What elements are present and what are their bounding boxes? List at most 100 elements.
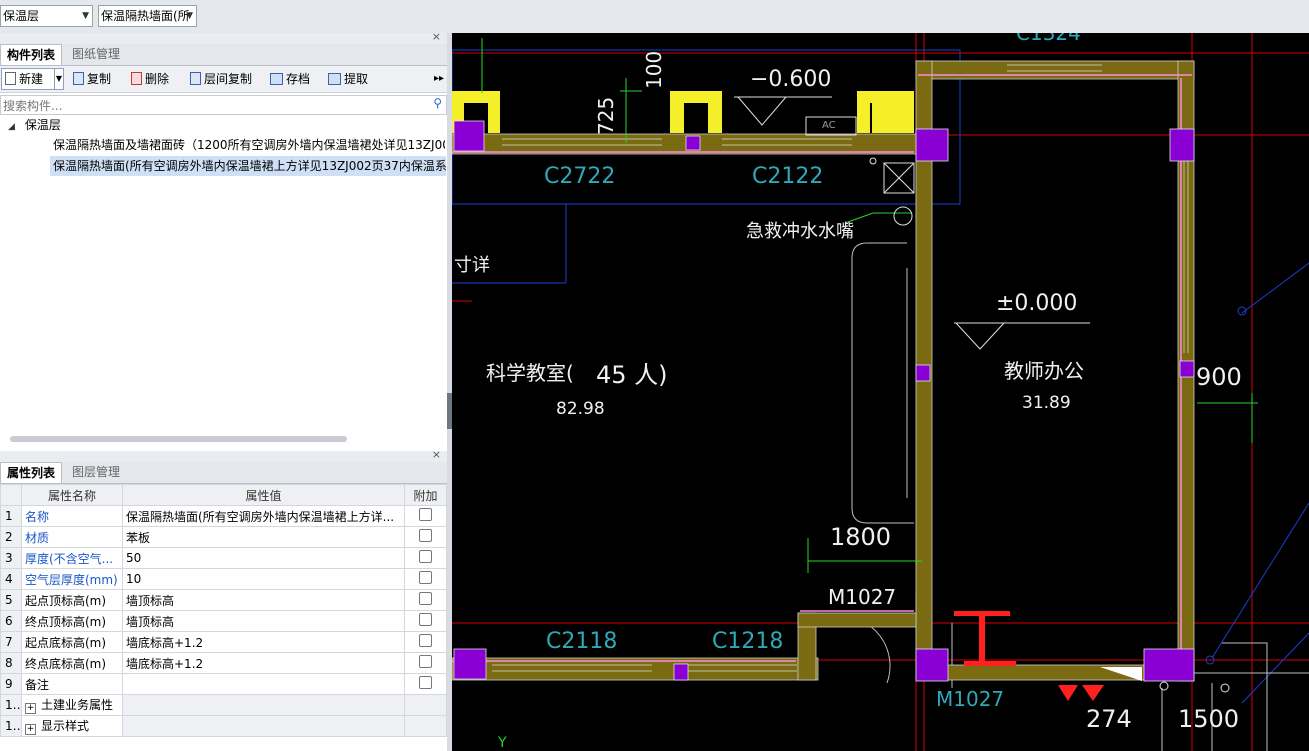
label-900: 900 [1196,363,1242,391]
label-c2118: C2118 [546,629,618,654]
table-row[interactable]: 9 备注 [0,673,447,695]
table-row[interactable]: 13 + 显示样式 [0,715,447,737]
property-value[interactable] [122,673,405,695]
table-row[interactable]: 4 空气层厚度(mm) 10 [0,568,447,590]
archive-button[interactable]: 存档 [270,69,310,89]
label-c1218: C1218 [712,629,784,654]
attach-checkbox[interactable] [419,508,432,521]
delete-icon [131,72,142,85]
header-extra: 附加 [404,484,447,506]
search-input[interactable]: 搜索构件... ⚲ [0,95,447,115]
attach-checkbox[interactable] [419,634,432,647]
property-name: 终点顶标高(m) [21,610,123,632]
row-number: 6 [0,610,22,632]
table-row[interactable]: 7 起点底标高(m) 墙底标高+1.2 [0,631,447,653]
property-extra[interactable] [404,631,447,653]
close-icon[interactable]: × [432,30,441,43]
attach-checkbox[interactable] [419,529,432,542]
property-extra[interactable] [404,547,447,569]
tab-layer-management[interactable]: 图层管理 [66,462,130,483]
tab-drawing-management[interactable]: 图纸管理 [66,44,130,65]
table-row[interactable]: 10 + 土建业务属性 [0,694,447,716]
new-button-label: 新建 [19,72,44,86]
expand-icon[interactable]: + [25,703,36,714]
row-number: 4 [0,568,22,590]
property-extra[interactable] [404,589,447,611]
table-row[interactable]: 1 名称 保温隔热墙面(所有空调房外墙内保温墙裙上方详... [0,505,447,527]
tree-root[interactable]: ◢ 保温层 [8,115,61,135]
label-room-science-people: 45 人) [596,361,668,389]
label-1800: 1800 [830,523,892,551]
label-c2122: C2122 [752,164,824,189]
new-button[interactable]: 新建 ▼ [1,68,64,90]
attach-checkbox[interactable] [419,571,432,584]
property-value[interactable]: 10 [122,568,405,590]
attach-checkbox[interactable] [419,613,432,626]
delete-button[interactable]: 删除 [131,69,169,89]
table-row[interactable]: 5 起点顶标高(m) 墙顶标高 [0,589,447,611]
extract-button-label: 提取 [344,72,369,86]
drawing-canvas[interactable]: C1324 90 100 725 −0.600 AC C2722 C2122 急… [452,33,1309,751]
property-extra[interactable] [404,610,447,632]
property-value[interactable]: 墙顶标高 [122,589,405,611]
left-panel: × 构件列表 图纸管理 新建 ▼ 复制 删除 层间复制 存档 提取 ▸▸ 搜索构件… [0,30,448,751]
property-value[interactable]: 保温隔热墙面(所有空调房外墙内保温墙裙上方详... [122,505,405,527]
attach-checkbox[interactable] [419,655,432,668]
property-value[interactable] [122,715,405,737]
table-row[interactable]: 8 终点底标高(m) 墙底标高+1.2 [0,652,447,674]
copy-button[interactable]: 复制 [73,69,111,89]
property-table-header: 属性名称 属性值 附加 [0,484,447,506]
attach-checkbox[interactable] [419,676,432,689]
top-toolbar: 保温层 ▼ 保温隔热墙面(所 ▼ [0,0,1309,34]
property-group-label: 显示样式 [41,719,90,733]
tab-property-list[interactable]: 属性列表 [0,462,62,483]
extract-button[interactable]: 提取 [328,69,368,89]
property-value[interactable]: 墙底标高+1.2 [122,652,405,674]
table-row[interactable]: 2 材质 苯板 [0,526,447,548]
table-row[interactable]: 6 终点顶标高(m) 墙顶标高 [0,610,447,632]
row-number: 10 [0,694,22,716]
close-icon[interactable]: × [432,448,441,461]
property-value[interactable]: 墙底标高+1.2 [122,631,405,653]
property-value[interactable]: 墙顶标高 [122,610,405,632]
label-room-science-area: 82.98 [556,399,605,419]
property-extra[interactable] [404,652,447,674]
label-m1027-top: M1027 [828,585,897,609]
expand-icon[interactable]: + [25,724,36,735]
property-value[interactable]: 苯板 [122,526,405,548]
property-extra[interactable] [404,568,447,590]
property-extra [404,694,447,716]
label-c2722: C2722 [544,164,616,189]
new-file-icon [5,72,16,85]
list-item-label: 保温隔热墙面(所有空调房外墙内保温墙裙上方详见13ZJ002页37内保温系统 [53,159,446,173]
property-value[interactable]: 50 [122,547,405,569]
yellow-blocks [452,91,914,133]
label-100: 100 [642,50,666,89]
attach-checkbox[interactable] [419,592,432,605]
list-item-selected[interactable]: 保温隔热墙面(所有空调房外墙内保温墙裙上方详见13ZJ002页37内保温系统 [50,156,446,176]
floor-copy-button[interactable]: 层间复制 [190,69,252,89]
property-table: 属性名称 属性值 附加 1 名称 保温隔热墙面(所有空调房外墙内保温墙裙上方详...… [0,484,447,737]
chevron-down-icon[interactable]: ▼ [53,69,62,89]
property-value[interactable] [122,694,405,716]
tab-component-list[interactable]: 构件列表 [0,44,62,65]
property-name: 起点底标高(m) [21,631,123,653]
horizontal-scrollbar[interactable] [10,436,347,442]
collapse-triangle-icon[interactable]: ◢ [8,122,15,132]
component-combo-value: 保温隔热墙面(所 [101,9,190,23]
list-item[interactable]: 保温隔热墙面及墙裙面砖（1200所有空调房外墙内保温墙裙处详见13ZJ00 [53,135,445,155]
property-extra[interactable] [404,526,447,548]
layer-combo[interactable]: 保温层 ▼ [0,5,93,27]
property-extra[interactable] [404,673,447,695]
delete-button-label: 删除 [145,72,170,86]
row-number: 1 [0,505,22,527]
more-icon[interactable]: ▸▸ [434,69,444,89]
search-icon[interactable]: ⚲ [433,96,442,110]
attach-checkbox[interactable] [419,550,432,563]
row-number: 9 [0,673,22,695]
component-combo[interactable]: 保温隔热墙面(所 ▼ [98,5,197,27]
property-extra[interactable] [404,505,447,527]
archive-button-label: 存档 [286,72,311,86]
table-row[interactable]: 3 厚度(不含空气... 50 [0,547,447,569]
label-detail: 寸详 [454,255,490,276]
